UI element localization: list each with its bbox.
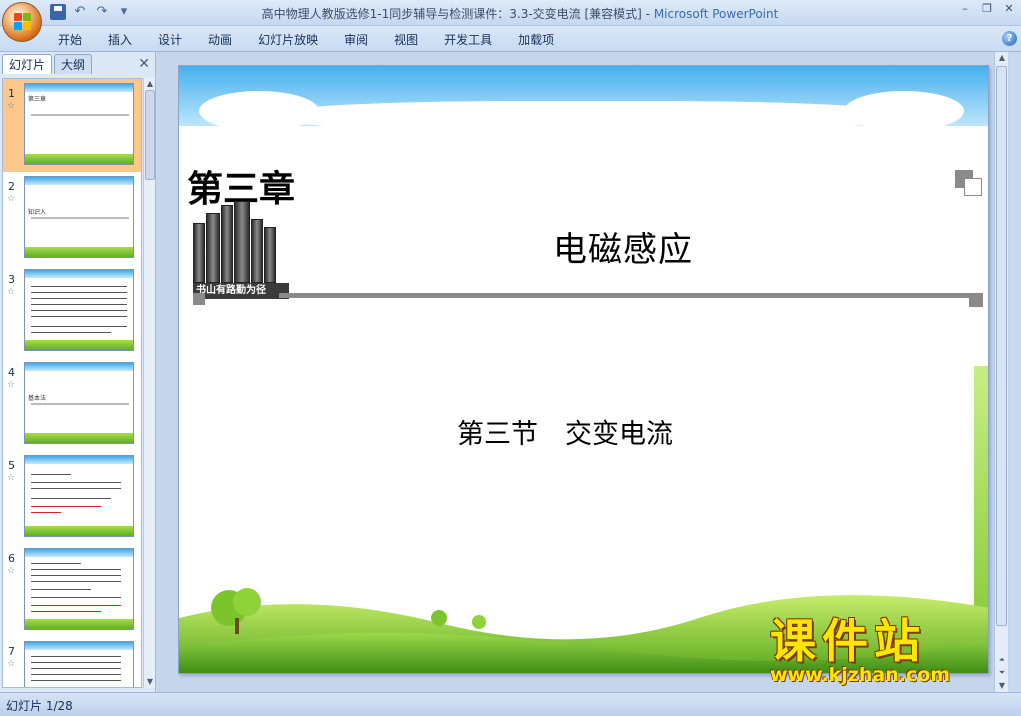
slide-editing-area: 第三章 书山有路勤为径 电磁感应 第三节 交变电流 ▲ ⏶ ⏷ ▼ — [157, 52, 1009, 692]
scroll-up-icon[interactable]: ▲ — [144, 78, 156, 90]
slide-thumbnail[interactable] — [24, 548, 134, 630]
close-pane-icon[interactable]: ✕ — [138, 56, 150, 72]
cloud-decoration — [279, 101, 899, 131]
window-controls: – ❐ ✕ — [957, 2, 1017, 16]
slide-number: 2 — [8, 180, 15, 193]
slide-number: 6 — [8, 552, 15, 565]
tab-outline[interactable]: 大纲 — [54, 54, 93, 74]
transition-icon: ☆ — [7, 473, 16, 483]
slide-thumbnail[interactable] — [24, 455, 134, 537]
slide-title[interactable]: 电磁感应 — [553, 222, 693, 271]
scroll-up-icon[interactable]: ▲ — [995, 52, 1009, 64]
slide-thumbnails: 1 ☆ 第三章 2 ☆ 知识入 3 ☆ 4 ☆ 基本法 5 ☆ 6 ☆ 7 ☆ — [2, 78, 142, 688]
slide-thumbnail-row[interactable]: 2 ☆ 知识入 — [3, 172, 141, 265]
slide-thumbnail-row[interactable]: 6 ☆ — [3, 544, 141, 637]
transition-icon: ☆ — [7, 101, 16, 111]
status-bar: 幻灯片 1/28 — [0, 692, 1021, 716]
office-button[interactable] — [2, 2, 42, 42]
office-logo-icon — [14, 13, 32, 31]
transition-icon: ☆ — [7, 566, 16, 576]
tab-design[interactable]: 设计 — [158, 31, 196, 48]
thumb-label: 知识入 — [28, 209, 47, 216]
window-title: 高中物理人教版选修1-1同步辅导与检测课件：3.3-交变电流 [兼容模式] - … — [261, 7, 779, 21]
slide-thumbnail[interactable] — [24, 269, 134, 351]
close-icon[interactable]: ✕ — [1001, 2, 1017, 16]
watermark-url: www.kjzhan.com — [770, 664, 951, 686]
divider-cap — [193, 293, 205, 305]
slide-number: 4 — [8, 366, 15, 379]
tab-view[interactable]: 视图 — [394, 31, 432, 48]
slide-thumbnail-row[interactable]: 4 ☆ 基本法 — [3, 358, 141, 451]
transition-icon: ☆ — [7, 287, 16, 297]
slide-number: 5 — [8, 459, 15, 472]
restore-icon[interactable]: ❐ — [979, 2, 995, 16]
tab-developer[interactable]: 开发工具 — [444, 31, 506, 48]
watermark-text: 课件站 — [770, 614, 926, 668]
thumb-label: 基本法 — [28, 395, 47, 402]
tab-insert[interactable]: 插入 — [108, 31, 146, 48]
current-slide[interactable]: 第三章 书山有路勤为径 电磁感应 第三节 交变电流 — [178, 65, 989, 674]
tab-animation[interactable]: 动画 — [208, 31, 246, 48]
slide-number: 3 — [8, 273, 15, 286]
scroll-thumb[interactable] — [996, 66, 1007, 626]
slides-pane: 幻灯片 大纲 ✕ 1 ☆ 第三章 2 ☆ 知识入 3 ☆ 4 ☆ 基本法 5 ☆… — [0, 52, 156, 692]
scroll-down-icon[interactable]: ▼ — [144, 676, 156, 688]
pane-tabs: 幻灯片 大纲 ✕ — [2, 54, 154, 74]
books-image — [193, 201, 279, 283]
slide-thumbnail-row[interactable]: 7 ☆ — [3, 637, 141, 687]
tab-review[interactable]: 审阅 — [344, 31, 382, 48]
undo-icon[interactable]: ↶ — [72, 4, 88, 20]
slide-thumbnail[interactable]: 知识入 — [24, 176, 134, 258]
tab-home[interactable]: 开始 — [58, 31, 96, 48]
scroll-thumb[interactable] — [145, 90, 155, 180]
customize-qat-icon[interactable]: ▾ — [116, 4, 132, 20]
tab-slides[interactable]: 幻灯片 — [2, 54, 53, 74]
divider-cap — [969, 293, 983, 307]
watermark-logo: 课件站 www.kjzhan.com — [770, 616, 1010, 686]
square-outline-decoration — [964, 178, 982, 196]
document-title: 高中物理人教版选修1-1同步辅导与检测课件：3.3-交变电流 [兼容模式] — [261, 7, 642, 21]
slide-number: 7 — [8, 645, 15, 658]
quick-access-toolbar: ↶ ↷ ▾ — [50, 4, 132, 20]
save-icon[interactable] — [50, 4, 66, 20]
transition-icon: ☆ — [7, 659, 16, 669]
slide-subtitle[interactable]: 第三节 交变电流 — [457, 412, 673, 451]
redo-icon[interactable]: ↷ — [94, 4, 110, 20]
thumb-label: 第三章 — [28, 96, 47, 103]
slide-thumbnail[interactable]: 第三章 — [24, 83, 134, 165]
slide-thumbnail[interactable] — [24, 641, 134, 687]
transition-icon: ☆ — [7, 194, 16, 204]
thumbnails-scrollbar[interactable]: ▲ ▼ — [143, 78, 155, 688]
title-bar: ↶ ↷ ▾ 高中物理人教版选修1-1同步辅导与检测课件：3.3-交变电流 [兼容… — [0, 0, 1021, 26]
slide-scrollbar[interactable]: ▲ ⏶ ⏷ ▼ — [994, 52, 1008, 692]
slide-thumbnail-row[interactable]: 5 ☆ — [3, 451, 141, 544]
slide-counter: 幻灯片 1/28 — [6, 699, 73, 713]
divider-bar — [279, 293, 979, 298]
slide-thumbnail-row[interactable]: 1 ☆ 第三章 — [3, 79, 141, 172]
app-name: Microsoft PowerPoint — [653, 7, 779, 21]
ribbon-tabs: 开始 插入 设计 动画 幻灯片放映 审阅 视图 开发工具 加载项 — [58, 31, 580, 48]
tab-slideshow[interactable]: 幻灯片放映 — [258, 31, 332, 48]
slide-thumbnail[interactable]: 基本法 — [24, 362, 134, 444]
slide-thumbnail-row[interactable]: 3 ☆ — [3, 265, 141, 358]
help-icon[interactable]: ? — [1002, 31, 1017, 46]
ribbon: 开始 插入 设计 动画 幻灯片放映 审阅 视图 开发工具 加载项 ? — [0, 26, 1021, 52]
slide-number: 1 — [8, 87, 15, 100]
tab-addins[interactable]: 加载项 — [518, 31, 568, 48]
motto-label: 书山有路勤为径 — [193, 283, 289, 299]
minimize-icon[interactable]: – — [957, 2, 973, 16]
transition-icon: ☆ — [7, 380, 16, 390]
